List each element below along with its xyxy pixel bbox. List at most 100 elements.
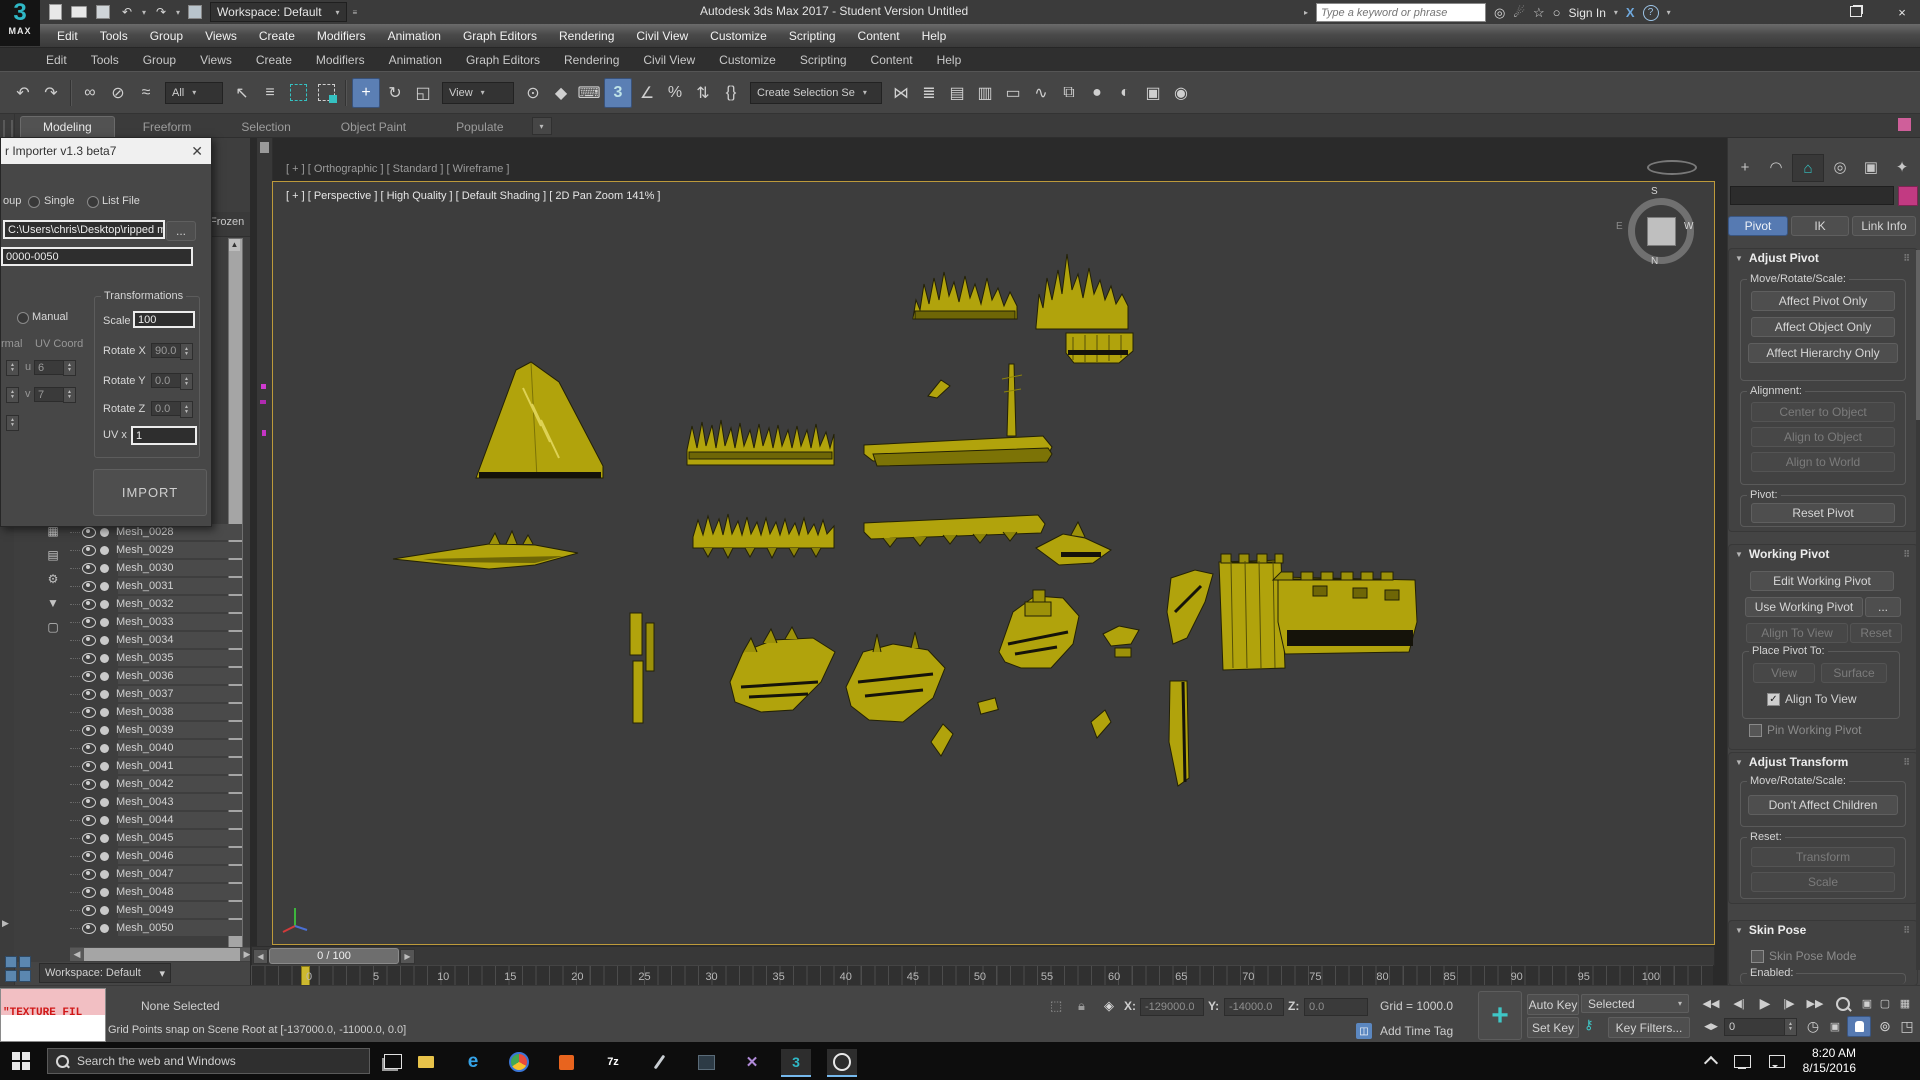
list-item[interactable]: Mesh_0039: [70, 721, 228, 739]
spinner[interactable]: ▲▼: [6, 387, 19, 403]
redo-dropdown-icon[interactable]: ▾: [176, 8, 180, 17]
maximize-button[interactable]: [1846, 5, 1866, 20]
curve-editor-icon[interactable]: ∿: [1028, 79, 1054, 107]
visibility-eye-icon[interactable]: [82, 815, 96, 826]
visibility-eye-icon[interactable]: [82, 671, 96, 682]
skin-pose-mode-checkbox[interactable]: [1751, 950, 1764, 963]
list-item[interactable]: Mesh_0032: [70, 595, 228, 613]
visibility-eye-icon[interactable]: [82, 905, 96, 916]
application-menu-button[interactable]: 3 MAX: [0, 0, 40, 46]
rendered-frame-icon[interactable]: ▣: [1140, 79, 1166, 107]
project-folder-icon[interactable]: [186, 4, 204, 20]
uv-x-field[interactable]: 1: [131, 426, 197, 445]
named-selection-set-dropdown[interactable]: Create Selection Se▾: [750, 82, 882, 104]
spinner[interactable]: ▲▼: [63, 387, 76, 403]
visibility-eye-icon[interactable]: [82, 581, 96, 592]
manual-radio[interactable]: [17, 312, 29, 324]
taskbar-clock[interactable]: 8:20 AM 8/15/2016: [1803, 1046, 1856, 1076]
viewport-layout-tabs-strip[interactable]: [257, 138, 273, 950]
menu-item[interactable]: Content: [859, 53, 925, 67]
tab-freeform[interactable]: Freeform: [121, 117, 214, 137]
list-item[interactable]: Mesh_0041: [70, 757, 228, 775]
current-frame-field[interactable]: 0: [1724, 1018, 1792, 1036]
explorer-horizontal-scrollbar[interactable]: ◀ ▶: [70, 947, 254, 961]
list-item[interactable]: Mesh_0033: [70, 613, 228, 631]
scroll-left-icon[interactable]: ◀: [70, 948, 84, 961]
modify-tab-icon[interactable]: ◠: [1761, 154, 1791, 180]
scroll-up-icon[interactable]: ▲: [229, 239, 240, 251]
spinner[interactable]: ▲▼: [180, 343, 193, 360]
set-keys-button[interactable]: +: [1478, 991, 1522, 1040]
motion-tab-icon[interactable]: ◎: [1825, 154, 1855, 180]
reference-coordinate-dropdown[interactable]: View▾: [442, 82, 514, 104]
next-frame-icon[interactable]: ▶: [400, 949, 415, 964]
mirror-icon[interactable]: ⋈: [888, 79, 914, 107]
visibility-eye-icon[interactable]: [82, 635, 96, 646]
menu-item[interactable]: Content: [847, 29, 911, 43]
list-item[interactable]: Mesh_0035: [70, 649, 228, 667]
maximize-viewport-icon[interactable]: ◳: [1894, 1017, 1920, 1036]
spinner[interactable]: ▲▼: [180, 401, 193, 418]
select-object-icon[interactable]: ↖: [229, 79, 255, 107]
key-filters-button[interactable]: Key Filters...: [1608, 1017, 1690, 1038]
rollout-header[interactable]: ▼Adjust Transform⠿: [1729, 753, 1917, 771]
dialog-close-icon[interactable]: ✕: [191, 143, 203, 160]
tray-expand-icon[interactable]: [1704, 1055, 1718, 1069]
go-to-end-icon[interactable]: ▶▶: [1802, 994, 1828, 1013]
list-item[interactable]: Mesh_0040: [70, 739, 228, 757]
select-and-link-icon[interactable]: ∞: [77, 79, 103, 107]
auto-key-button[interactable]: Auto Key: [1527, 994, 1579, 1015]
3dsmax-taskbar-icon[interactable]: 3: [781, 1049, 811, 1077]
list-view-icon[interactable]: ▤: [45, 546, 62, 563]
utilities-tab-icon[interactable]: ✦: [1887, 154, 1917, 180]
sign-in-caret-icon[interactable]: ▾: [1614, 8, 1618, 17]
menu-item[interactable]: Create: [248, 29, 306, 43]
menu-item[interactable]: Rendering: [552, 53, 631, 67]
go-to-start-icon[interactable]: ◀◀: [1698, 994, 1724, 1013]
visibility-eye-icon[interactable]: [82, 689, 96, 700]
favorites-star-icon[interactable]: ☆: [1533, 5, 1545, 21]
menu-item[interactable]: Graph Editors: [452, 29, 548, 43]
zoom-icon[interactable]: [1830, 994, 1856, 1013]
7zip-icon[interactable]: 7z: [598, 1049, 628, 1075]
workspace-selector[interactable]: Workspace: Default ▾: [39, 963, 171, 983]
menu-item[interactable]: Modifiers: [306, 29, 377, 43]
panel-scrollbar[interactable]: [1916, 250, 1920, 970]
visibility-eye-icon[interactable]: [82, 545, 96, 556]
rectangular-selection-region-icon[interactable]: [285, 79, 311, 107]
quill-app-icon[interactable]: [644, 1049, 674, 1075]
help-caret-icon[interactable]: ▾: [1667, 8, 1671, 17]
start-button[interactable]: [12, 1052, 30, 1070]
menu-item[interactable]: Edit: [46, 29, 89, 43]
container-icon[interactable]: ▢: [45, 618, 62, 635]
affect-object-only-button[interactable]: Affect Object Only: [1751, 317, 1895, 337]
menu-item[interactable]: Animation: [377, 29, 452, 43]
x-app-icon[interactable]: ✕: [737, 1049, 767, 1075]
reset-scale-button[interactable]: Scale: [1751, 872, 1895, 892]
visibility-eye-icon[interactable]: [82, 851, 96, 862]
spinner[interactable]: ▲▼: [180, 373, 193, 390]
edge-icon[interactable]: e: [458, 1049, 488, 1075]
graphite-ribbon-icon[interactable]: ▭: [1000, 79, 1026, 107]
visibility-eye-icon[interactable]: [82, 653, 96, 664]
task-view-icon[interactable]: [384, 1054, 402, 1069]
mesh-objects-3d[interactable]: [273, 182, 1714, 944]
list-item[interactable]: Mesh_0037: [70, 685, 228, 703]
frame-spinner[interactable]: ▲▼: [1784, 1018, 1797, 1036]
rollout-header[interactable]: ▼Working Pivot⠿: [1729, 545, 1917, 563]
visibility-eye-icon[interactable]: [82, 833, 96, 844]
visibility-eye-icon[interactable]: [82, 797, 96, 808]
help-icon[interactable]: ?: [1643, 5, 1659, 21]
y-coordinate-field[interactable]: -14000.0: [1224, 998, 1284, 1016]
tab-populate[interactable]: Populate: [434, 117, 525, 137]
menu-item[interactable]: Help: [911, 29, 958, 43]
prev-frame-icon[interactable]: ◀: [253, 949, 268, 964]
browse-button[interactable]: ...: [166, 221, 196, 241]
menu-item[interactable]: Civil View: [625, 29, 699, 43]
set-key-button[interactable]: Set Key: [1527, 1017, 1579, 1038]
use-working-pivot-button[interactable]: Use Working Pivot: [1745, 597, 1863, 617]
menu-item[interactable]: Scripting: [778, 29, 847, 43]
taskbar-search[interactable]: Search the web and Windows: [47, 1048, 370, 1074]
communication-center-icon[interactable]: ☄: [1513, 5, 1525, 21]
material-editor-icon[interactable]: ●: [1084, 79, 1110, 107]
